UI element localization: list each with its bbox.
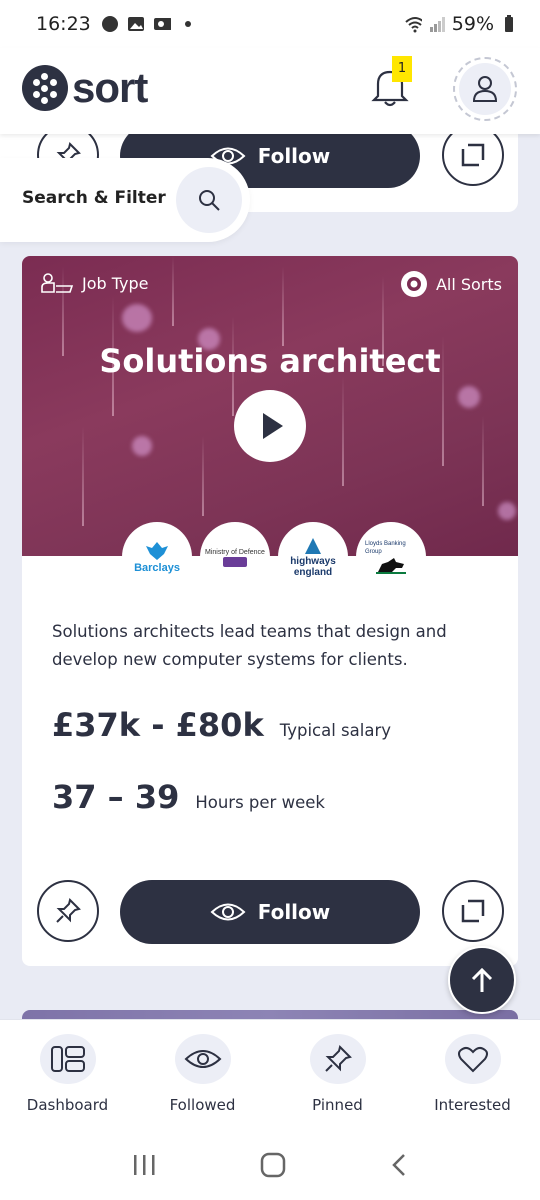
nav-followed[interactable]: Followed <box>135 1020 270 1129</box>
nav-dashboard-label: Dashboard <box>26 1096 109 1114</box>
pin-icon <box>56 898 81 923</box>
bottom-navigation: Dashboard Followed Pinned Interested <box>0 1019 540 1129</box>
status-time: 16:23 <box>36 13 91 35</box>
job-type-icon <box>41 273 74 293</box>
employer-logos: Barclays Ministry of Defence highways en… <box>122 522 426 592</box>
target-icon <box>400 271 427 297</box>
battery-icon <box>500 15 518 33</box>
status-bar: 16:23 59% <box>0 0 540 48</box>
nav-dashboard[interactable]: Dashboard <box>0 1020 135 1129</box>
logo-text: sort <box>72 64 148 111</box>
prev-share-button[interactable] <box>442 134 504 186</box>
expand-icon <box>461 899 485 923</box>
messenger-icon <box>101 15 119 33</box>
salary-value: £37k - £80k <box>52 706 264 744</box>
heart-icon <box>457 1046 488 1073</box>
eye-icon <box>210 903 246 921</box>
prev-follow-label: Follow <box>257 144 331 168</box>
job-hero-video[interactable]: Job Type All Sorts Solutions architect <box>22 256 518 556</box>
dashboard-icon <box>50 1046 85 1072</box>
expand-icon <box>461 143 485 167</box>
gallery-icon <box>127 15 145 33</box>
follow-button[interactable]: Follow <box>120 880 420 944</box>
pin-button[interactable] <box>37 880 99 942</box>
nav-followed-label: Followed <box>169 1096 236 1114</box>
system-navigation-bar <box>0 1129 540 1200</box>
search-button[interactable] <box>176 167 242 233</box>
search-filter-label: Search & Filter <box>22 188 166 208</box>
play-button[interactable] <box>234 390 306 462</box>
sort-logo[interactable]: sort <box>22 64 148 112</box>
search-icon <box>199 190 220 211</box>
lloyds-logo: Lloyds Banking Group <box>356 522 426 592</box>
eagle-icon <box>146 542 168 560</box>
hours-row: 37 – 39 Hours per week <box>52 778 325 816</box>
follow-label: Follow <box>257 900 331 924</box>
scroll-to-top-button[interactable] <box>448 946 516 1014</box>
all-sorts-label: All Sorts <box>435 274 502 294</box>
black-horse-icon <box>376 558 406 574</box>
job-type-label: Job Type <box>82 273 149 293</box>
mod-logo: Ministry of Defence <box>200 522 270 592</box>
arrow-up-icon <box>471 967 493 992</box>
dot-icon <box>179 15 197 33</box>
pin-icon <box>324 1045 352 1072</box>
wifi-icon <box>404 15 422 33</box>
nav-interested[interactable]: Interested <box>405 1020 540 1129</box>
home-icon[interactable] <box>259 1151 287 1179</box>
battery-percent: 59% <box>451 13 494 35</box>
signal-icon <box>428 15 446 33</box>
nav-pinned-label: Pinned <box>312 1096 363 1114</box>
barclays-logo: Barclays <box>122 522 192 592</box>
all-sorts-tag[interactable]: All Sorts <box>400 270 502 298</box>
app-header: sort 1 <box>0 48 540 134</box>
job-description: Solutions architects lead teams that des… <box>52 622 447 669</box>
play-icon <box>263 413 283 439</box>
logo-mark-icon <box>22 65 68 111</box>
share-button[interactable] <box>442 880 504 942</box>
search-filter-panel[interactable]: Search & Filter <box>0 158 250 242</box>
nav-pinned[interactable]: Pinned <box>270 1020 405 1129</box>
status-notification-icons <box>101 15 197 33</box>
user-icon <box>472 76 498 102</box>
back-icon[interactable] <box>389 1152 409 1178</box>
job-title: Solutions architect <box>99 342 441 380</box>
notification-badge: 1 <box>392 56 412 82</box>
salary-row: £37k - £80k Typical salary <box>52 706 391 744</box>
profile-button[interactable] <box>453 57 517 121</box>
job-type-tag: Job Type <box>40 272 149 294</box>
nav-interested-label: Interested <box>434 1096 511 1114</box>
hours-value: 37 – 39 <box>52 778 180 816</box>
dbs-badge-icon <box>223 556 247 567</box>
video-call-icon <box>153 15 171 33</box>
hours-label: Hours per week <box>195 793 325 812</box>
eye-icon <box>184 1050 221 1068</box>
highways-mark-icon <box>305 538 321 554</box>
recent-apps-icon[interactable] <box>131 1153 157 1177</box>
job-card[interactable]: Job Type All Sorts Solutions architect B… <box>22 256 518 966</box>
highways-england-logo: highways england <box>278 522 348 592</box>
salary-label: Typical salary <box>279 721 392 740</box>
